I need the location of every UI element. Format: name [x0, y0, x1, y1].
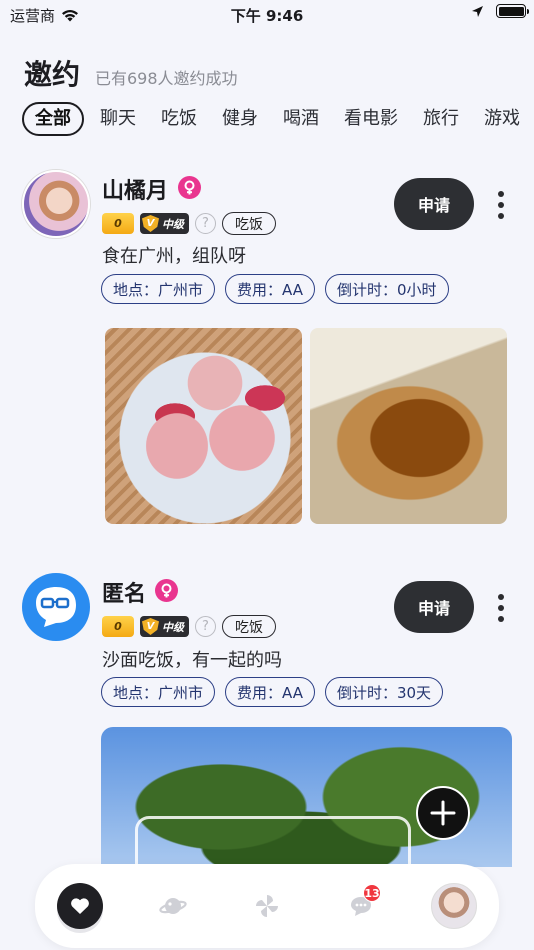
category-tabs: 全部 聊天 吃饭 健身 喝酒 看电影 旅行 游戏 [22, 102, 534, 136]
countdown-chip: 倒计时：0小时 [324, 274, 449, 304]
cost-chip: 费用：AA [225, 677, 315, 707]
rank-badge: V 中级 [140, 213, 189, 234]
post-image[interactable] [310, 328, 507, 524]
status-bar: 运营商 下午 9:46 [0, 0, 534, 28]
female-icon [155, 579, 178, 602]
tab-drinks[interactable]: 喝酒 [283, 102, 319, 136]
message-count-badge: 13 [363, 884, 381, 902]
rank-label: 中级 [162, 217, 184, 231]
status-icons [471, 4, 529, 18]
avatar[interactable] [22, 170, 90, 238]
username[interactable]: 山橘月 [102, 173, 168, 205]
more-icon[interactable] [493, 191, 509, 219]
rank-badge: V 中级 [140, 616, 189, 637]
shield-icon: V [142, 618, 159, 635]
location-chip: 地点：广州市 [101, 274, 216, 304]
level-badge: 0 [102, 616, 134, 637]
avatar[interactable] [22, 573, 90, 641]
help-icon[interactable]: ? [195, 213, 216, 234]
countdown-chip: 倒计时：30天 [324, 677, 444, 707]
tab-dining[interactable]: 吃饭 [161, 102, 197, 136]
bottom-nav: 13 [35, 864, 499, 948]
post-text: 食在广州，组队呀 [102, 246, 246, 267]
info-row: 地点：广州市 费用：AA 倒计时：30天 [101, 677, 444, 707]
nav-activity[interactable] [243, 882, 291, 930]
category-chip: 吃饭 [222, 615, 276, 638]
heart-icon [71, 898, 89, 914]
tab-travel[interactable]: 旅行 [423, 102, 459, 136]
nav-profile[interactable] [430, 882, 478, 930]
planet-icon [159, 898, 187, 914]
user-badges: 0 V 中级 ? 吃饭 [102, 615, 276, 638]
frame-decoration [135, 816, 411, 867]
tab-movies[interactable]: 看电影 [344, 102, 398, 136]
level-badge: 0 [102, 213, 134, 234]
female-icon [178, 176, 201, 199]
nav-discover[interactable] [149, 882, 197, 930]
pinwheel-icon [256, 895, 278, 917]
tab-chat[interactable]: 聊天 [100, 102, 136, 136]
tab-fitness[interactable]: 健身 [222, 102, 258, 136]
apply-button[interactable]: 申请 [394, 581, 474, 633]
location-chip: 地点：广州市 [101, 677, 216, 707]
clock: 下午 9:46 [230, 7, 304, 25]
info-row: 地点：广州市 费用：AA 倒计时：0小时 [101, 274, 449, 304]
tab-all[interactable]: 全部 [22, 102, 84, 136]
plus-icon [430, 800, 456, 826]
anonymous-face-icon [36, 587, 76, 627]
battery-icon [496, 4, 529, 18]
location-arrow-icon [472, 5, 483, 17]
nav-messages[interactable]: 13 [337, 882, 385, 930]
post-image[interactable] [105, 328, 302, 524]
page-title: 邀约 [24, 58, 81, 91]
apply-button[interactable]: 申请 [394, 178, 474, 230]
post-text: 沙面吃饭，有一起的吗 [102, 650, 282, 671]
shield-icon: V [142, 215, 159, 232]
help-icon[interactable]: ? [195, 616, 216, 637]
profile-avatar [431, 883, 477, 929]
username[interactable]: 匿名 [102, 576, 146, 608]
success-count: 已有698人邀约成功 [95, 69, 238, 88]
tab-games[interactable]: 游戏 [484, 102, 520, 136]
nav-invitations[interactable] [56, 882, 104, 930]
rank-label: 中级 [162, 620, 184, 634]
more-icon[interactable] [493, 594, 509, 622]
user-badges: 0 V 中级 ? 吃饭 [102, 212, 276, 235]
cost-chip: 费用：AA [225, 274, 315, 304]
category-chip: 吃饭 [222, 212, 276, 235]
add-invitation-button[interactable] [416, 786, 470, 840]
